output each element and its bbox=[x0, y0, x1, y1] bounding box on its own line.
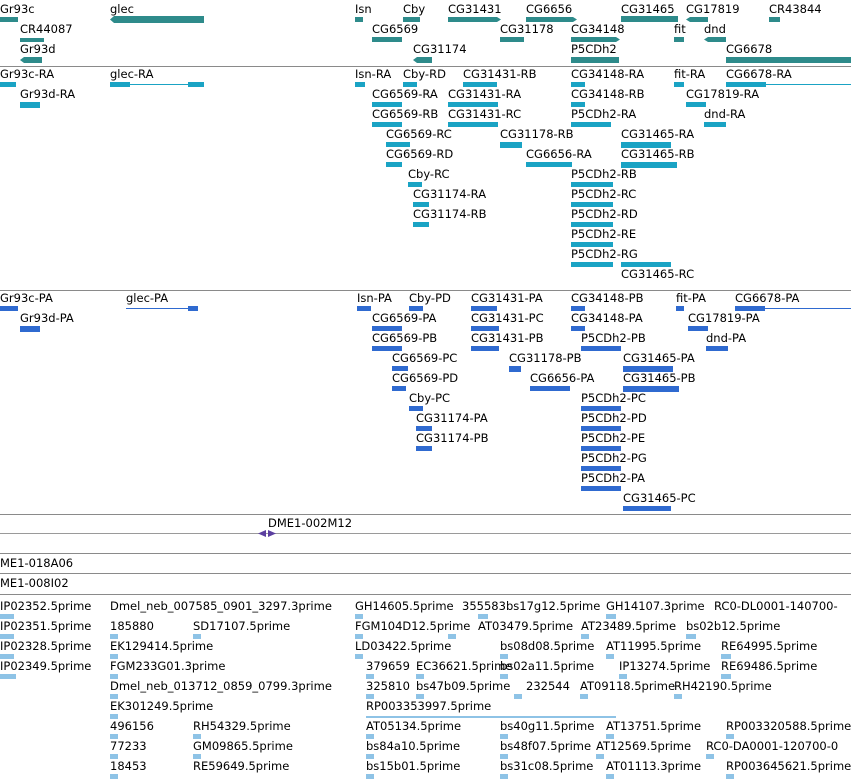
est-glyph[interactable] bbox=[606, 654, 614, 659]
est-label[interactable]: Dmel_neb_013712_0859_0799.3prime bbox=[110, 680, 332, 693]
est-label[interactable]: AT05134.5prime bbox=[366, 720, 461, 733]
est-glyph[interactable] bbox=[726, 774, 734, 779]
est-label[interactable]: IP02352.5prime bbox=[0, 600, 91, 613]
est-glyph[interactable] bbox=[366, 716, 616, 718]
est-glyph[interactable] bbox=[674, 694, 682, 699]
est-glyph[interactable] bbox=[500, 774, 508, 779]
est-label[interactable]: IP02349.5prime bbox=[0, 660, 91, 673]
est-label[interactable]: RP003645621.5prime bbox=[726, 760, 851, 773]
est-label[interactable]: RH54329.5prime bbox=[193, 720, 291, 733]
est-label[interactable]: GH14605.5prime bbox=[355, 600, 454, 613]
est-label[interactable]: bs48f07.5prime bbox=[500, 740, 591, 753]
est-glyph[interactable] bbox=[706, 754, 714, 759]
est-label[interactable]: RP003353997.5prime bbox=[366, 700, 491, 713]
est-label[interactable]: AT11995.5prime bbox=[606, 640, 701, 653]
est-label[interactable]: GM09865.5prime bbox=[193, 740, 293, 753]
est-label[interactable]: 18453 bbox=[110, 760, 147, 773]
est-label[interactable]: bs02b12.5prime bbox=[686, 620, 780, 633]
est-label[interactable]: bs02a11.5prime bbox=[500, 660, 594, 673]
est-label[interactable]: RP003320588.5prime bbox=[726, 720, 851, 733]
est-label[interactable]: FGM104D12.5prime bbox=[355, 620, 470, 633]
est-label[interactable]: AT12569.5prime bbox=[596, 740, 691, 753]
est-label[interactable]: AT23489.5prime bbox=[581, 620, 676, 633]
est-label[interactable]: 232544 bbox=[526, 680, 570, 693]
est-label[interactable]: IP13274.5prime bbox=[619, 660, 710, 673]
est-label[interactable]: 185880 bbox=[110, 620, 154, 633]
est-glyph[interactable] bbox=[606, 774, 614, 779]
est-label[interactable]: bs15b01.5prime bbox=[366, 760, 460, 773]
est-label[interactable]: RE69486.5prime bbox=[721, 660, 817, 673]
est-label[interactable]: bs08d08.5prime bbox=[500, 640, 594, 653]
est-label[interactable]: bs17g12.5prime bbox=[506, 600, 600, 613]
est-label[interactable]: bs84a10.5prime bbox=[366, 740, 460, 753]
est-label[interactable]: IP02328.5prime bbox=[0, 640, 91, 653]
est-label[interactable]: 355583 bbox=[462, 600, 506, 613]
est-label[interactable]: 496156 bbox=[110, 720, 154, 733]
est-label[interactable]: 379659 bbox=[366, 660, 410, 673]
est-glyph[interactable] bbox=[110, 774, 118, 779]
est-label[interactable]: RC0-DA0001-120700-0 bbox=[706, 740, 838, 753]
est-label[interactable]: RE59649.5prime bbox=[193, 760, 289, 773]
est-glyph[interactable] bbox=[355, 654, 363, 659]
est-label[interactable]: AT01113.3prime bbox=[606, 760, 701, 773]
est-label[interactable]: Dmel_neb_007585_0901_3297.3prime bbox=[110, 600, 332, 613]
est-label[interactable]: IP02351.5prime bbox=[0, 620, 91, 633]
est-label[interactable]: AT13751.5prime bbox=[606, 720, 701, 733]
est-label[interactable]: RH42190.5prime bbox=[674, 680, 772, 693]
est-glyph[interactable] bbox=[596, 754, 604, 759]
est-glyph[interactable] bbox=[0, 674, 16, 679]
est-label[interactable]: LD03422.5prime bbox=[355, 640, 451, 653]
est-glyph[interactable] bbox=[514, 694, 522, 699]
est-label[interactable]: AT09118.5prime bbox=[580, 680, 675, 693]
est-label[interactable]: bs47b09.5prime bbox=[416, 680, 510, 693]
est-label[interactable]: 325810 bbox=[366, 680, 410, 693]
est-label[interactable]: bs31c08.5prime bbox=[500, 760, 593, 773]
est-glyph[interactable] bbox=[366, 774, 374, 779]
est-label[interactable]: EK301249.5prime bbox=[110, 700, 213, 713]
est-label[interactable]: GH14107.3prime bbox=[606, 600, 705, 613]
est-label[interactable]: AT03479.5prime bbox=[478, 620, 573, 633]
est-label[interactable]: FGM233G01.3prime bbox=[110, 660, 225, 673]
est-label[interactable]: RC0-DL0001-140700- bbox=[714, 600, 838, 613]
est-label[interactable]: SD17107.5prime bbox=[193, 620, 290, 633]
est-label[interactable]: RE64995.5prime bbox=[721, 640, 817, 653]
est-label[interactable]: 77233 bbox=[110, 740, 147, 753]
est-label[interactable]: EC36621.5prime bbox=[416, 660, 512, 673]
est-glyph[interactable] bbox=[580, 694, 588, 699]
est-label[interactable]: EK129414.5prime bbox=[110, 640, 213, 653]
est-label[interactable]: bs40g11.5prime bbox=[500, 720, 594, 733]
